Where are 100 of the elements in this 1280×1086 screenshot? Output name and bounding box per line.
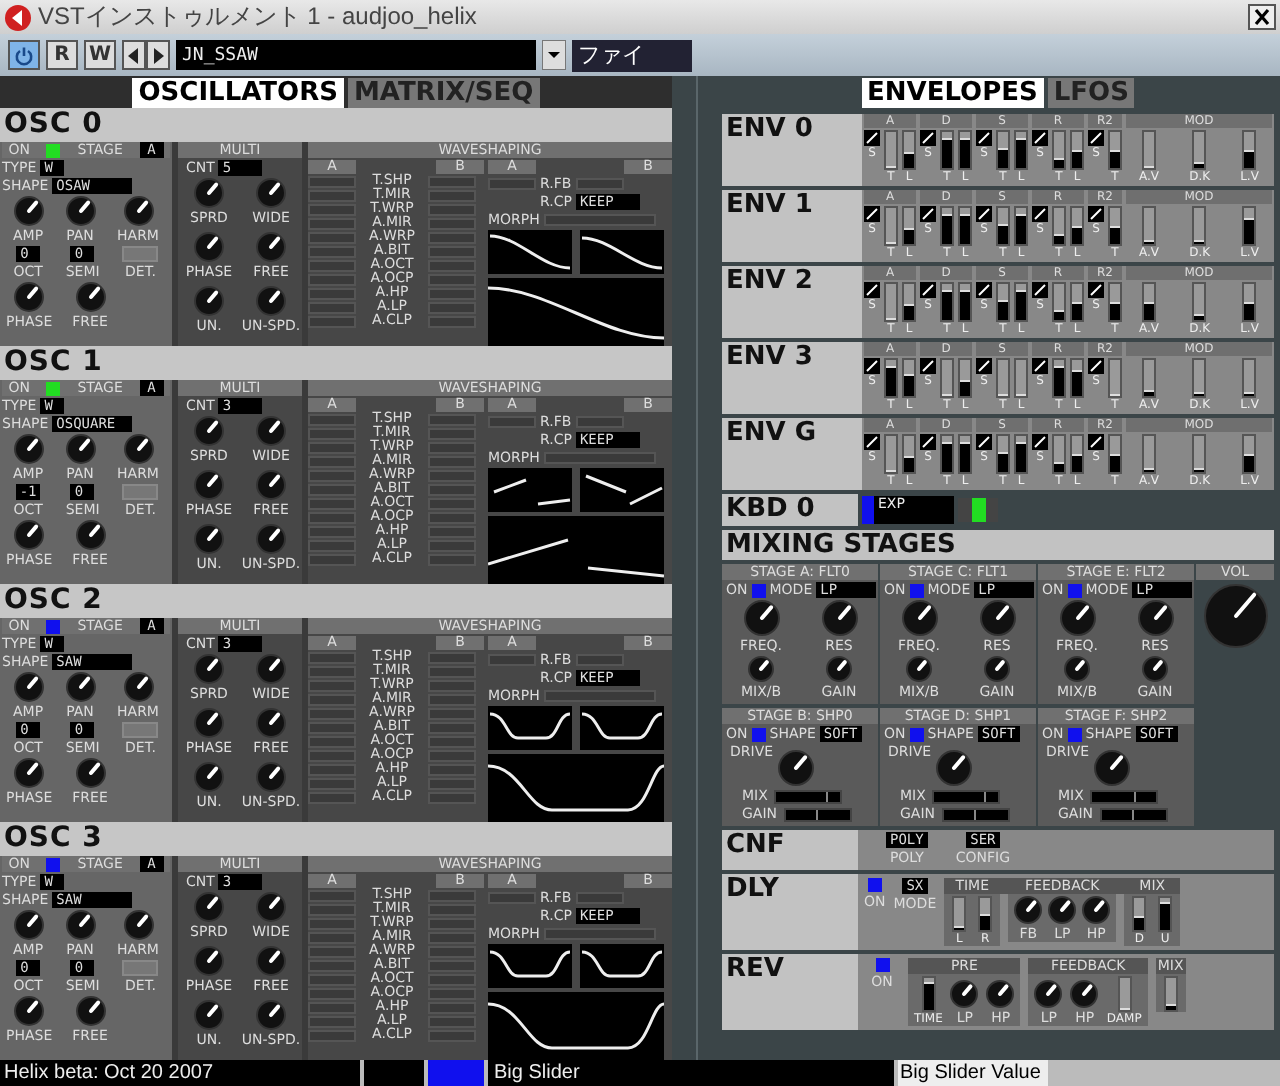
param-field[interactable]	[575, 178, 624, 190]
vertical-slider[interactable]	[1132, 896, 1147, 932]
knob[interactable]	[256, 1000, 286, 1030]
curve-icon[interactable]	[976, 282, 992, 298]
knob[interactable]	[256, 654, 286, 684]
curve-icon[interactable]	[1088, 358, 1104, 374]
param-field[interactable]	[308, 749, 356, 761]
knob[interactable]	[1203, 584, 1267, 648]
vertical-slider[interactable]	[1052, 358, 1066, 398]
knob[interactable]	[256, 286, 286, 316]
status-led[interactable]	[46, 143, 61, 157]
vertical-slider[interactable]	[1192, 434, 1207, 474]
param-field[interactable]	[308, 721, 356, 733]
tab[interactable]: MATRIX/SEQ	[347, 77, 540, 107]
param-field[interactable]	[428, 1015, 476, 1027]
knob[interactable]	[65, 672, 96, 702]
param-field[interactable]	[428, 539, 476, 551]
vertical-slider[interactable]	[1108, 130, 1122, 170]
knob[interactable]	[123, 910, 153, 940]
curve-icon[interactable]	[1088, 206, 1104, 222]
tab[interactable]: OSCILLATORS	[132, 77, 344, 107]
curve-icon[interactable]	[920, 434, 936, 450]
knob[interactable]	[256, 524, 286, 554]
vertical-slider[interactable]	[940, 358, 954, 398]
param-field[interactable]	[308, 217, 356, 229]
param-field[interactable]	[308, 189, 356, 201]
param-field[interactable]	[428, 791, 476, 803]
knob[interactable]	[194, 178, 224, 208]
tab[interactable]: LFOS	[1047, 78, 1135, 108]
knob[interactable]	[256, 946, 286, 976]
knob[interactable]	[984, 656, 1010, 682]
param-field[interactable]	[428, 679, 476, 691]
morph-field[interactable]	[543, 928, 656, 940]
knob[interactable]	[75, 758, 106, 788]
knob[interactable]	[65, 910, 96, 940]
write-button[interactable]: W	[84, 40, 116, 70]
detune-field[interactable]	[122, 484, 159, 500]
param-field[interactable]	[308, 287, 356, 299]
knob[interactable]	[935, 750, 972, 786]
vertical-slider[interactable]	[978, 896, 993, 932]
param-field[interactable]	[308, 889, 356, 901]
param-field[interactable]	[428, 273, 476, 285]
param-field[interactable]	[308, 665, 356, 677]
horizontal-slider[interactable]	[931, 789, 1000, 803]
vertical-slider[interactable]	[1142, 282, 1157, 322]
param-field[interactable]	[308, 175, 356, 187]
dropdown-icon[interactable]	[542, 40, 566, 70]
knob[interactable]	[821, 600, 857, 636]
vertical-slider[interactable]	[1242, 206, 1257, 246]
param-field[interactable]	[428, 483, 476, 495]
knob[interactable]	[194, 946, 224, 976]
vertical-slider[interactable]	[1052, 434, 1066, 474]
vertical-slider[interactable]	[1108, 282, 1122, 322]
param-field[interactable]	[308, 525, 356, 537]
param-field[interactable]	[488, 416, 536, 428]
vertical-slider[interactable]	[1242, 358, 1257, 398]
curve-icon[interactable]	[864, 130, 880, 146]
param-field[interactable]	[428, 1001, 476, 1013]
vertical-slider[interactable]	[940, 206, 954, 246]
vertical-slider[interactable]	[1108, 206, 1122, 246]
horizontal-slider[interactable]	[783, 807, 852, 821]
vertical-slider[interactable]	[996, 434, 1010, 474]
param-field[interactable]	[308, 679, 356, 691]
param-field[interactable]	[428, 245, 476, 257]
param-field[interactable]	[428, 973, 476, 985]
vertical-slider[interactable]	[1192, 358, 1207, 398]
vertical-slider[interactable]	[1142, 206, 1157, 246]
param-field[interactable]	[428, 777, 476, 789]
vertical-slider[interactable]	[1142, 358, 1157, 398]
knob[interactable]	[1064, 656, 1090, 682]
knob[interactable]	[65, 434, 96, 464]
param-field[interactable]	[428, 735, 476, 747]
knob[interactable]	[13, 672, 44, 702]
vertical-slider[interactable]	[996, 206, 1010, 246]
knob[interactable]	[256, 232, 286, 262]
knob[interactable]	[979, 600, 1015, 636]
horizontal-slider[interactable]	[773, 789, 842, 803]
vertical-slider[interactable]	[958, 130, 972, 170]
param-field[interactable]	[428, 413, 476, 425]
param-field[interactable]	[308, 539, 356, 551]
keyboard-slider[interactable]	[958, 498, 998, 522]
knob[interactable]	[13, 434, 44, 464]
param-field[interactable]	[308, 245, 356, 257]
knob[interactable]	[123, 434, 153, 464]
param-field[interactable]	[428, 497, 476, 509]
param-field[interactable]	[488, 654, 536, 666]
knob[interactable]	[194, 1000, 224, 1030]
curve-icon[interactable]	[976, 130, 992, 146]
knob[interactable]	[1142, 656, 1168, 682]
param-field[interactable]	[428, 427, 476, 439]
param-field[interactable]	[308, 1001, 356, 1013]
param-field[interactable]	[428, 217, 476, 229]
vertical-slider[interactable]	[902, 206, 916, 246]
param-field[interactable]	[428, 721, 476, 733]
curve-icon[interactable]	[1032, 358, 1048, 374]
param-field[interactable]	[428, 1029, 476, 1041]
param-field[interactable]	[308, 735, 356, 747]
vertical-slider[interactable]	[1142, 434, 1157, 474]
param-field[interactable]	[308, 413, 356, 425]
vertical-slider[interactable]	[996, 282, 1010, 322]
